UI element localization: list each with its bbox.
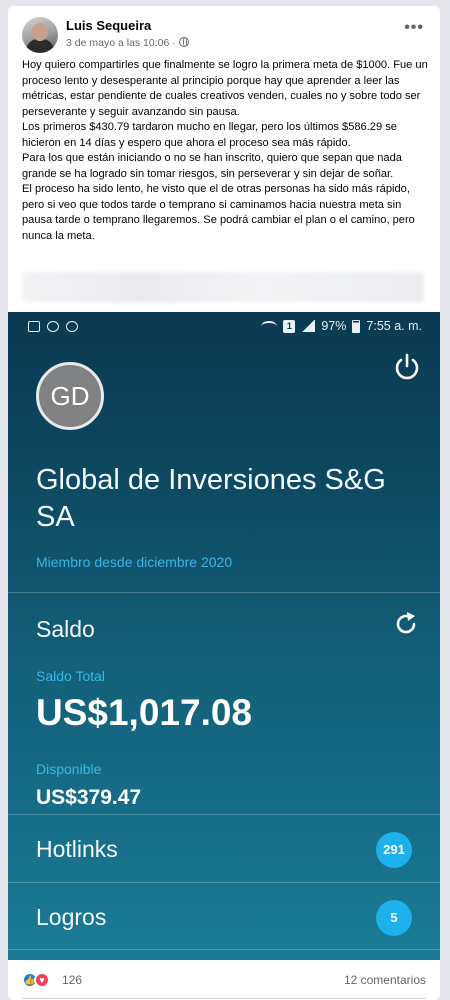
available-balance-value: US$379.47: [36, 786, 142, 809]
check-circle-icon: [66, 321, 78, 332]
gallery-icon: [28, 321, 40, 332]
available-balance-label: Disponible: [36, 761, 102, 777]
post-image-screenshot[interactable]: 1 97% 7:55 a. m. GD Global de Inversione…: [8, 312, 440, 960]
post-footer: 👍 ♥ 126 12 comentarios: [8, 960, 440, 1000]
blurred-text: [22, 272, 424, 302]
battery-percent: 97%: [321, 319, 347, 333]
post-header: Luis Sequeira 3 de mayo a las 10:06 · ••…: [22, 17, 426, 57]
divider: [8, 592, 440, 593]
member-since: Miembro desde diciembre 2020: [36, 554, 233, 570]
total-balance-value: US$1,017.08: [36, 692, 253, 733]
sim-icon: 1: [283, 319, 296, 333]
hotlinks-count-badge: 291: [376, 832, 412, 868]
clock: 7:55 a. m.: [366, 319, 422, 333]
power-icon[interactable]: [392, 352, 422, 382]
globe-icon: [178, 37, 189, 47]
author-name[interactable]: Luis Sequeira: [66, 18, 151, 33]
post-paragraph: Hoy quiero compartirles que finalmente s…: [22, 59, 428, 118]
more-options-button[interactable]: •••: [404, 19, 424, 37]
love-icon: ♥: [34, 972, 50, 988]
author-avatar[interactable]: [22, 17, 58, 53]
refresh-icon[interactable]: [392, 610, 420, 638]
divider: [8, 949, 440, 950]
divider: [22, 998, 426, 999]
post-timestamp[interactable]: 3 de mayo a las 10:06 ·: [66, 37, 189, 49]
comments-count[interactable]: 12 comentarios: [344, 973, 426, 987]
post-paragraph: Para los que están iniciando o no se han…: [22, 152, 402, 180]
signal-icon: [301, 320, 316, 332]
post-card: Luis Sequeira 3 de mayo a las 10:06 · ••…: [8, 6, 440, 1000]
logros-count-badge: 5: [376, 900, 412, 936]
wifi-icon: [261, 320, 278, 332]
reaction-count[interactable]: 126: [62, 973, 82, 987]
post-paragraph: El proceso ha sido lento, he visto que e…: [22, 183, 415, 242]
post-text: Hoy quiero compartirles que finalmente s…: [22, 58, 428, 244]
account-avatar: GD: [36, 362, 104, 430]
instagram-icon: [47, 321, 59, 332]
phone-status-bar: 1 97% 7:55 a. m.: [8, 312, 440, 342]
company-name: Global de Inversiones S&G SA: [36, 464, 386, 533]
divider: [8, 814, 440, 815]
logros-label[interactable]: Logros: [36, 904, 106, 931]
post-date[interactable]: 3 de mayo a las 10:06 ·: [66, 37, 176, 49]
balance-heading: Saldo: [36, 616, 95, 642]
total-balance-label: Saldo Total: [36, 668, 106, 684]
battery-icon: [352, 319, 361, 333]
post-paragraph: Los primeros $430.79 tardaron mucho en l…: [22, 121, 397, 149]
divider: [8, 882, 440, 883]
reactions[interactable]: 👍 ♥: [22, 972, 50, 988]
hotlinks-label[interactable]: Hotlinks: [36, 836, 118, 863]
